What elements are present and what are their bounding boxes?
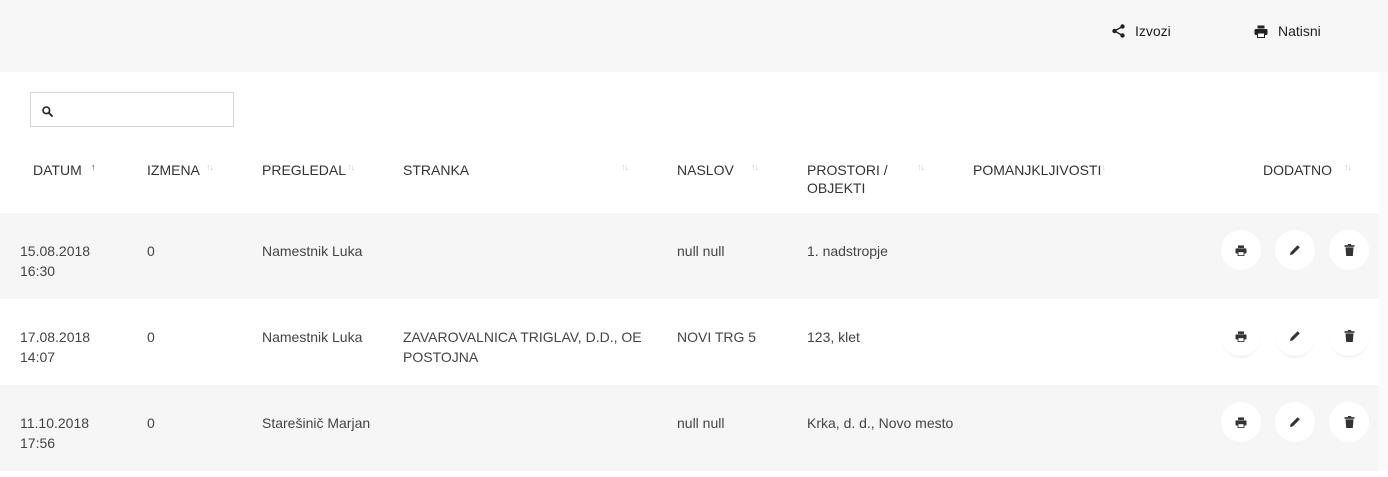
column-header-izmena[interactable]: IZMENA (147, 161, 200, 179)
pencil-icon (1290, 331, 1300, 341)
edit-row-button[interactable] (1275, 402, 1315, 442)
sort-icon[interactable]: ↑↓ (347, 162, 355, 172)
date-text: 11.10.2018 (20, 415, 90, 431)
cell-naslov: null null (677, 243, 725, 259)
time-text: 17:56 (20, 435, 56, 451)
column-header-prostori-line2: OBJEKTI (807, 180, 866, 196)
sort-icon[interactable]: ↑↓ (1098, 162, 1106, 172)
pencil-icon (1290, 417, 1300, 427)
pencil-icon (1290, 245, 1300, 255)
column-header-naslov[interactable]: NASLOV (677, 161, 734, 179)
cell-izmena: 0 (147, 415, 155, 431)
cell-date: 11.10.2018 17:56 (20, 413, 89, 453)
export-label: Izvozi (1135, 23, 1171, 39)
share-icon (1112, 24, 1125, 38)
time-text: 16:30 (20, 263, 56, 279)
delete-row-button[interactable] (1329, 316, 1369, 356)
cell-prostori: Krka, d. d., Novo mesto (807, 415, 954, 431)
column-header-prostori-line1: PROSTORI / (807, 162, 888, 178)
cell-pregledal: Namestnik Luka (262, 243, 363, 259)
cell-naslov: NOVI TRG 5 (677, 329, 757, 345)
printer-icon (1235, 416, 1247, 428)
column-header-dodatno[interactable]: DODATNO (1263, 161, 1332, 179)
search-icon (42, 104, 53, 122)
cell-date: 15.08.2018 16:30 (20, 241, 90, 281)
search-box (30, 92, 234, 127)
search-input[interactable] (61, 93, 229, 126)
stranka-line2: POSTOJNA (403, 349, 479, 365)
column-header-pomanjkljivosti[interactable]: POMANJKLJIVOSTI (973, 161, 1101, 179)
print-row-button[interactable] (1221, 316, 1261, 356)
cell-pregledal: Namestnik Luka (262, 329, 363, 345)
cell-date: 17.08.2018 14:07 (20, 327, 90, 367)
column-header-pregledal[interactable]: PREGLEDAL (262, 161, 346, 179)
cell-stranka: ZAVAROVALNICA TRIGLAV, D.D., OE POSTOJNA (403, 327, 642, 367)
edit-row-button[interactable] (1275, 316, 1315, 356)
sort-icon[interactable]: ↑↓ (917, 162, 925, 172)
printer-icon (1235, 330, 1247, 342)
trash-icon (1344, 244, 1354, 256)
trash-icon (1344, 416, 1354, 428)
cell-pregledal: Starešinič Marjan (262, 415, 371, 431)
cell-izmena: 0 (147, 243, 155, 259)
column-header-datum[interactable]: DATUM (33, 161, 82, 179)
time-text: 14:07 (20, 349, 56, 365)
delete-row-button[interactable] (1329, 402, 1369, 442)
sort-icon[interactable]: ↑↓ (206, 162, 214, 172)
print-row-button[interactable] (1221, 402, 1261, 442)
column-header-stranka[interactable]: STRANKA (403, 161, 469, 179)
print-row-button[interactable] (1221, 230, 1261, 270)
printer-icon (1235, 244, 1247, 256)
delete-row-button[interactable] (1329, 230, 1369, 270)
top-toolbar: Izvozi Natisni (0, 0, 1388, 72)
vertical-scrollbar[interactable] (1379, 72, 1388, 471)
cell-prostori: 1. nadstropje (807, 243, 888, 259)
table-row[interactable]: 11.10.2018 17:56 0 Starešinič Marjan nul… (0, 385, 1379, 471)
table-row[interactable]: 15.08.2018 16:30 0 Namestnik Luka null n… (0, 213, 1379, 299)
stranka-line1: ZAVAROVALNICA TRIGLAV, D.D., OE (403, 329, 642, 345)
edit-row-button[interactable] (1275, 230, 1315, 270)
date-text: 15.08.2018 (20, 243, 91, 259)
print-label: Natisni (1278, 23, 1321, 39)
export-button[interactable]: Izvozi (1112, 21, 1171, 41)
date-text: 17.08.2018 (20, 329, 91, 345)
cell-prostori: 123, klet (807, 329, 860, 345)
sort-icon[interactable]: ↑↓ (621, 162, 629, 172)
sort-ascending-icon[interactable]: ↑ (91, 162, 95, 172)
sort-icon[interactable]: ↑↓ (751, 162, 759, 172)
cell-naslov: null null (677, 415, 725, 431)
column-header-prostori[interactable]: PROSTORI / OBJEKTI (807, 161, 888, 197)
printer-icon (1254, 25, 1268, 38)
print-button[interactable]: Natisni (1254, 21, 1321, 41)
trash-icon (1344, 330, 1354, 342)
sort-icon[interactable]: ↑↓ (1344, 162, 1352, 172)
table-row[interactable]: 17.08.2018 14:07 0 Namestnik Luka ZAVARO… (0, 299, 1379, 385)
cell-izmena: 0 (147, 329, 155, 345)
